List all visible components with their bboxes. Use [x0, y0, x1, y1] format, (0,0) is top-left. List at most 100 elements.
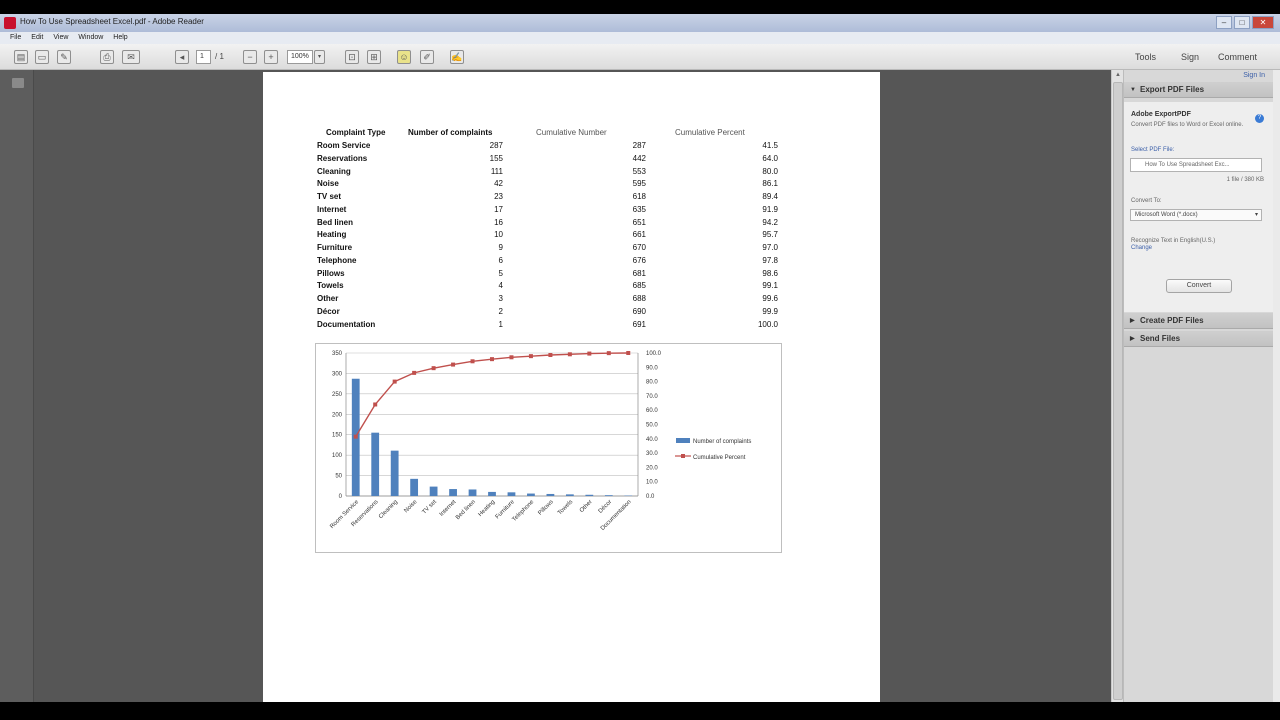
bar-number-of-complaints: [565, 494, 574, 496]
header-complaint-type: Complaint Type: [326, 128, 386, 137]
highlight-icon[interactable]: ✐: [420, 50, 434, 64]
sign-icon[interactable]: ✍: [450, 50, 464, 64]
fit-width-icon[interactable]: ⊞: [367, 50, 381, 64]
header-number-of-complaints: Number of complaints: [408, 128, 493, 137]
comment-icon[interactable]: ☺: [397, 50, 411, 64]
zoom-out-icon[interactable]: −: [243, 50, 257, 64]
cell-complaint-type: Reservations: [317, 153, 368, 163]
cell-complaint-type: Other: [317, 294, 339, 303]
cell-complaint-type: Bed linen: [317, 217, 354, 227]
scroll-up-arrow-icon[interactable]: ▲: [1114, 72, 1122, 80]
point-cumulative-percent: [587, 351, 592, 356]
pdf-page: Complaint Type Number of complaints Cumu…: [263, 72, 880, 702]
maximize-button[interactable]: □: [1234, 16, 1250, 29]
export-pdf-section: Adobe ExportPDF ? Convert PDF files to W…: [1124, 102, 1274, 312]
page-number-input[interactable]: 1: [196, 50, 211, 64]
cell-complaint-count: 16: [494, 217, 503, 227]
header-cumulative-percent: Cumulative Percent: [675, 128, 745, 137]
change-language-link[interactable]: Change: [1131, 245, 1152, 251]
cell-cumulative-number: 691: [632, 319, 646, 329]
help-icon[interactable]: ?: [1255, 114, 1264, 123]
send-files-header[interactable]: ▶ Send Files: [1124, 331, 1274, 347]
print-icon[interactable]: ⎙: [100, 50, 114, 64]
comment-list-icon[interactable]: [12, 78, 24, 88]
cell-cumulative-number: 651: [632, 217, 646, 227]
right-axis-tick-label: 80.0: [646, 380, 658, 386]
legend-label: Number of complaints: [693, 439, 751, 445]
cell-complaint-type: Telephone: [317, 255, 357, 265]
navigation-pane: [0, 70, 34, 702]
cell-complaint-type: Documentation: [317, 319, 376, 329]
sign-in-link[interactable]: Sign In: [1243, 72, 1265, 79]
open-folder-icon[interactable]: ▭: [35, 50, 49, 64]
minimize-button[interactable]: –: [1216, 16, 1232, 29]
select-chevron-icon: ▾: [1254, 212, 1258, 218]
legend-swatch-marker: [681, 454, 685, 458]
right-axis-tick-label: 70.0: [646, 394, 658, 400]
convert-button[interactable]: Convert: [1166, 279, 1232, 293]
comment-pane-button[interactable]: Comment: [1218, 52, 1257, 62]
close-button[interactable]: ✕: [1252, 16, 1274, 29]
cell-complaint-count: 1: [498, 319, 503, 329]
create-pdf-header[interactable]: ▶ Create PDF Files: [1124, 313, 1274, 329]
previous-page-icon[interactable]: ◂: [175, 50, 189, 64]
zoom-in-icon[interactable]: +: [264, 50, 278, 64]
category-tick-label: Bed linen: [455, 499, 477, 521]
selected-pdf-field[interactable]: How To Use Spreadsheet Exc...: [1130, 158, 1262, 172]
cell-cumulative-number: 690: [632, 306, 646, 316]
bar-number-of-complaints: [585, 494, 594, 496]
menu-file[interactable]: File: [10, 32, 21, 44]
scrollbar-thumb[interactable]: [1113, 82, 1123, 700]
point-cumulative-percent: [373, 402, 378, 407]
cell-complaint-type: Cleaning: [317, 166, 351, 176]
category-tick-label: Heating: [478, 499, 497, 518]
email-icon[interactable]: ✉: [122, 50, 140, 64]
convert-to-select[interactable]: Microsoft Word (*.docx) ▾: [1130, 209, 1262, 221]
zoom-dropdown-icon[interactable]: ▾: [314, 50, 325, 64]
point-cumulative-percent: [626, 351, 631, 355]
bar-number-of-complaints: [468, 489, 477, 496]
bar-number-of-complaints: [546, 493, 555, 496]
cell-complaint-count: 111: [490, 166, 503, 176]
menu-view[interactable]: View: [53, 32, 68, 44]
cell-complaint-type: Internet: [317, 204, 347, 214]
cell-complaint-count: 17: [494, 204, 503, 214]
select-file-label: Select PDF File:: [1131, 147, 1175, 153]
bar-number-of-complaints: [604, 495, 613, 496]
category-tick-label: Telephone: [512, 499, 536, 523]
right-axis-tick-label: 10.0: [646, 480, 658, 486]
tools-panel: Sign In ▼ Export PDF Files Adobe ExportP…: [1123, 70, 1274, 702]
sign-pane-button[interactable]: Sign: [1181, 52, 1199, 62]
convert-to-value: Microsoft Word (*.docx): [1135, 212, 1198, 218]
cell-cumulative-percent: 64.0: [762, 153, 778, 163]
point-cumulative-percent: [353, 434, 358, 439]
category-tick-label: Décor: [598, 499, 614, 515]
left-axis-tick-label: 200: [332, 412, 343, 418]
cell-complaint-count: 23: [494, 192, 503, 201]
cell-cumulative-number: 595: [632, 179, 646, 189]
create-pdf-header-label: Create PDF Files: [1140, 316, 1204, 325]
fit-page-icon[interactable]: ⊡: [345, 50, 359, 64]
right-axis-tick-label: 50.0: [646, 423, 658, 429]
tools-pane-button[interactable]: Tools: [1135, 52, 1156, 62]
vertical-scrollbar[interactable]: ▲: [1111, 70, 1123, 702]
menu-edit[interactable]: Edit: [31, 32, 43, 44]
create-pdf-icon[interactable]: ▤: [14, 50, 28, 64]
cell-complaint-type: Décor: [317, 306, 340, 316]
pareto-chart-svg: 0 50 100 150 200 250 300 350 0.0 10.0 20.0 30.0 40.0…: [329, 351, 751, 532]
cell-complaint-count: 42: [494, 179, 503, 189]
menu-window[interactable]: Window: [78, 32, 103, 44]
right-axis-tick-label: 60.0: [646, 408, 658, 414]
export-pdf-header[interactable]: ▼ Export PDF Files: [1124, 82, 1274, 98]
zoom-level-input[interactable]: 100%: [287, 50, 313, 64]
point-cumulative-percent: [490, 357, 494, 362]
edit-icon[interactable]: ✎: [57, 50, 71, 64]
selected-file-name: How To Use Spreadsheet Exc...: [1145, 162, 1230, 168]
adobe-reader-icon: [4, 17, 16, 29]
cell-cumulative-number: 676: [632, 255, 646, 265]
point-cumulative-percent: [470, 359, 475, 364]
bar-number-of-complaints: [410, 478, 419, 496]
bar-number-of-complaints: [371, 432, 380, 496]
point-cumulative-percent: [509, 355, 514, 360]
menu-help[interactable]: Help: [113, 32, 127, 44]
